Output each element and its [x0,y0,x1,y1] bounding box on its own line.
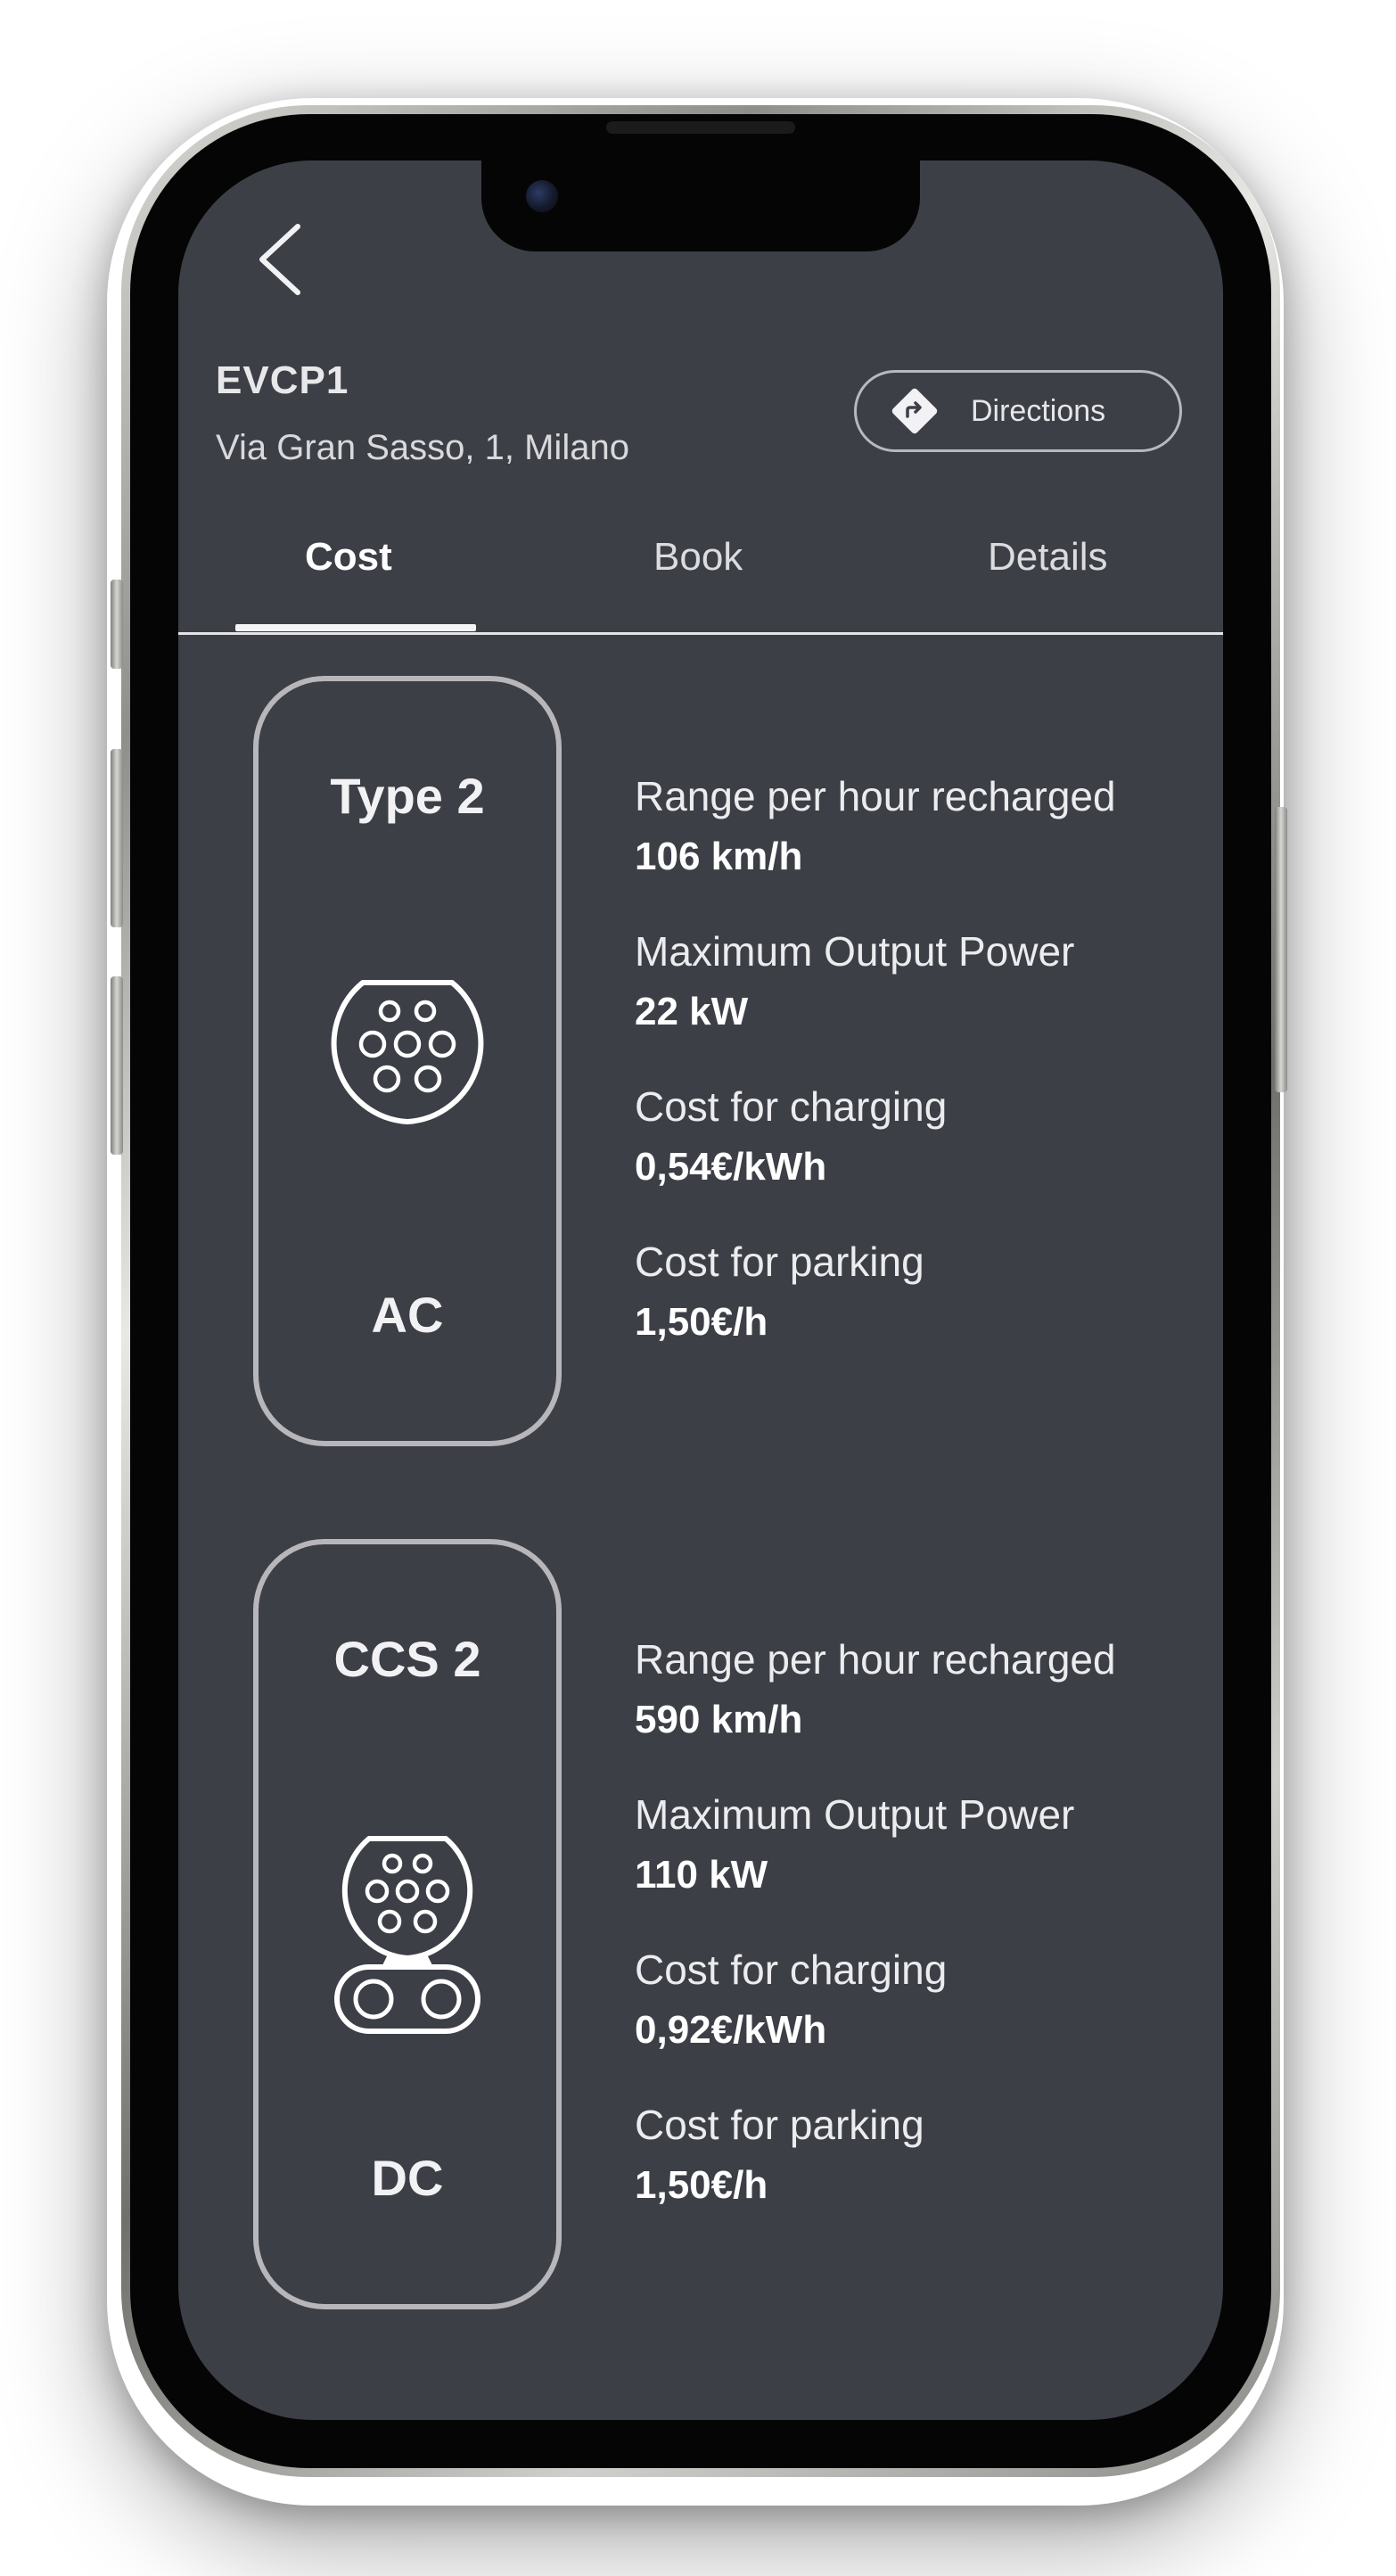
spec-power: Maximum Output Power 110 kW [635,1790,1074,1899]
station-name: EVCP1 [216,358,349,402]
chevron-left-icon [259,224,300,295]
spec-value: 1,50€/h [635,2163,768,2207]
current-type: DC [371,2150,444,2206]
directions-button[interactable]: Directions [854,370,1182,452]
front-camera [526,180,558,212]
earpiece-speaker [606,121,795,134]
notch [481,160,920,251]
spec-value: 0,92€/kWh [635,2008,827,2052]
directions-label: Directions [971,393,1106,428]
spec-value: 110 kW [635,1853,768,1897]
connector-type: CCS 2 [333,1631,481,1687]
spec-label: Range per hour recharged [635,773,1116,819]
spec-label: Range per hour recharged [635,1636,1116,1683]
spec-label: Cost for parking [635,2102,924,2148]
spec-label: Cost for parking [635,1239,924,1285]
power-button [1275,807,1287,1092]
spec-parking-cost: Cost for parking 1,50€/h [635,1238,924,1346]
ccs2-plug-icon [334,1836,480,2034]
spec-label: Maximum Output Power [635,928,1075,975]
spec-value: 1,50€/h [635,1300,768,1344]
directions-icon [891,388,938,434]
tabs-divider [178,632,1223,635]
spec-label: Cost for charging [635,1946,948,1993]
spec-power: Maximum Output Power 22 kW [635,927,1074,1036]
type2-plug-icon [331,980,484,1124]
volume-down-button [111,976,123,1155]
spec-label: Maximum Output Power [635,1791,1075,1838]
tab-cost[interactable]: Cost [305,535,392,580]
spec-value: 590 km/h [635,1698,803,1741]
tab-bar: Cost Book Details [178,535,1223,606]
spec-charging-cost: Cost for charging 0,54€/kWh [635,1082,947,1191]
tab-book[interactable]: Book [653,535,743,580]
connector-card-ccs2[interactable]: CCS 2 DC [253,1539,562,2309]
app-screen: EVCP1 Via Gran Sasso, 1, Milano Directio… [178,160,1223,2420]
station-address: Via Gran Sasso, 1, Milano [216,428,629,467]
volume-up-button [111,749,123,927]
spec-range: Range per hour recharged 590 km/h [635,1635,1116,1744]
current-type: AC [371,1287,444,1343]
spec-parking-cost: Cost for parking 1,50€/h [635,2101,924,2210]
spec-value: 0,54€/kWh [635,1145,827,1189]
spec-value: 22 kW [635,990,749,1033]
silent-switch [111,580,123,669]
back-button[interactable] [248,219,310,300]
spec-label: Cost for charging [635,1083,948,1130]
tab-details[interactable]: Details [988,535,1108,580]
spec-charging-cost: Cost for charging 0,92€/kWh [635,1946,947,2054]
spec-range: Range per hour recharged 106 km/h [635,772,1116,881]
connector-card-type2[interactable]: Type 2 AC [253,676,562,1446]
connector-type: Type 2 [330,768,485,824]
spec-value: 106 km/h [635,835,803,878]
active-tab-indicator [235,624,476,631]
